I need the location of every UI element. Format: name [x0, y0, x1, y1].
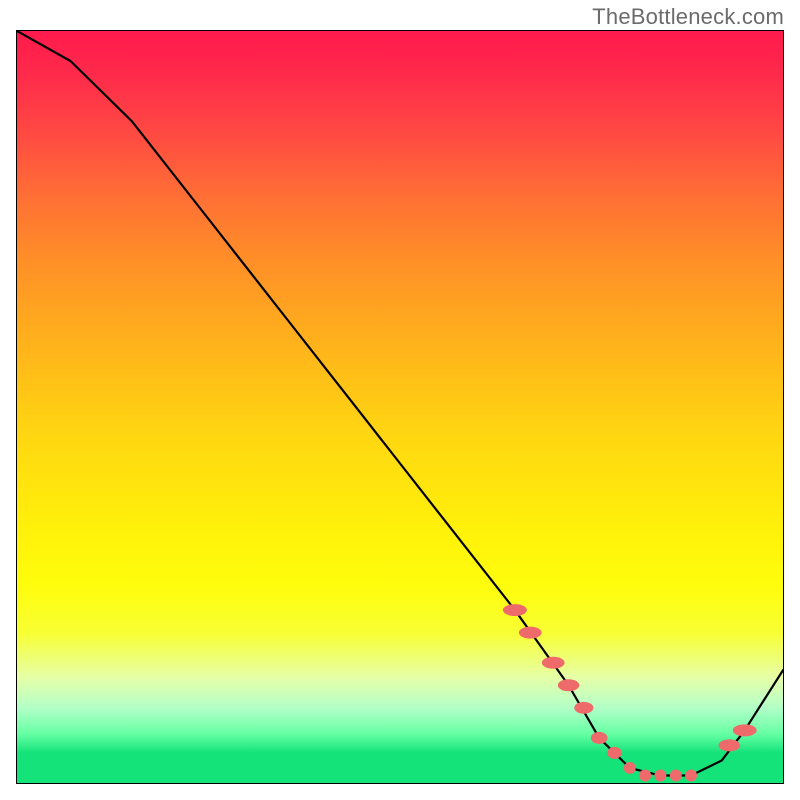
attribution-text: TheBottleneck.com [592, 4, 784, 30]
highlight-marker [591, 732, 608, 744]
highlight-marker [519, 627, 542, 639]
highlight-marker [542, 657, 565, 669]
highlight-marker [639, 770, 651, 782]
highlight-marker [685, 770, 697, 782]
highlight-marker [719, 739, 741, 751]
highlight-marker [503, 604, 527, 616]
highlight-marker [558, 679, 580, 691]
highlight-marker [654, 770, 666, 782]
plot-area [16, 30, 784, 784]
chart-svg [17, 31, 783, 783]
highlight-marker [574, 702, 593, 714]
highlight-marker [624, 762, 636, 774]
bottleneck-curve [17, 31, 783, 776]
chart-container: TheBottleneck.com [0, 0, 800, 800]
highlight-marker [670, 770, 682, 782]
highlight-marker [607, 747, 621, 759]
highlight-marker [733, 724, 757, 736]
